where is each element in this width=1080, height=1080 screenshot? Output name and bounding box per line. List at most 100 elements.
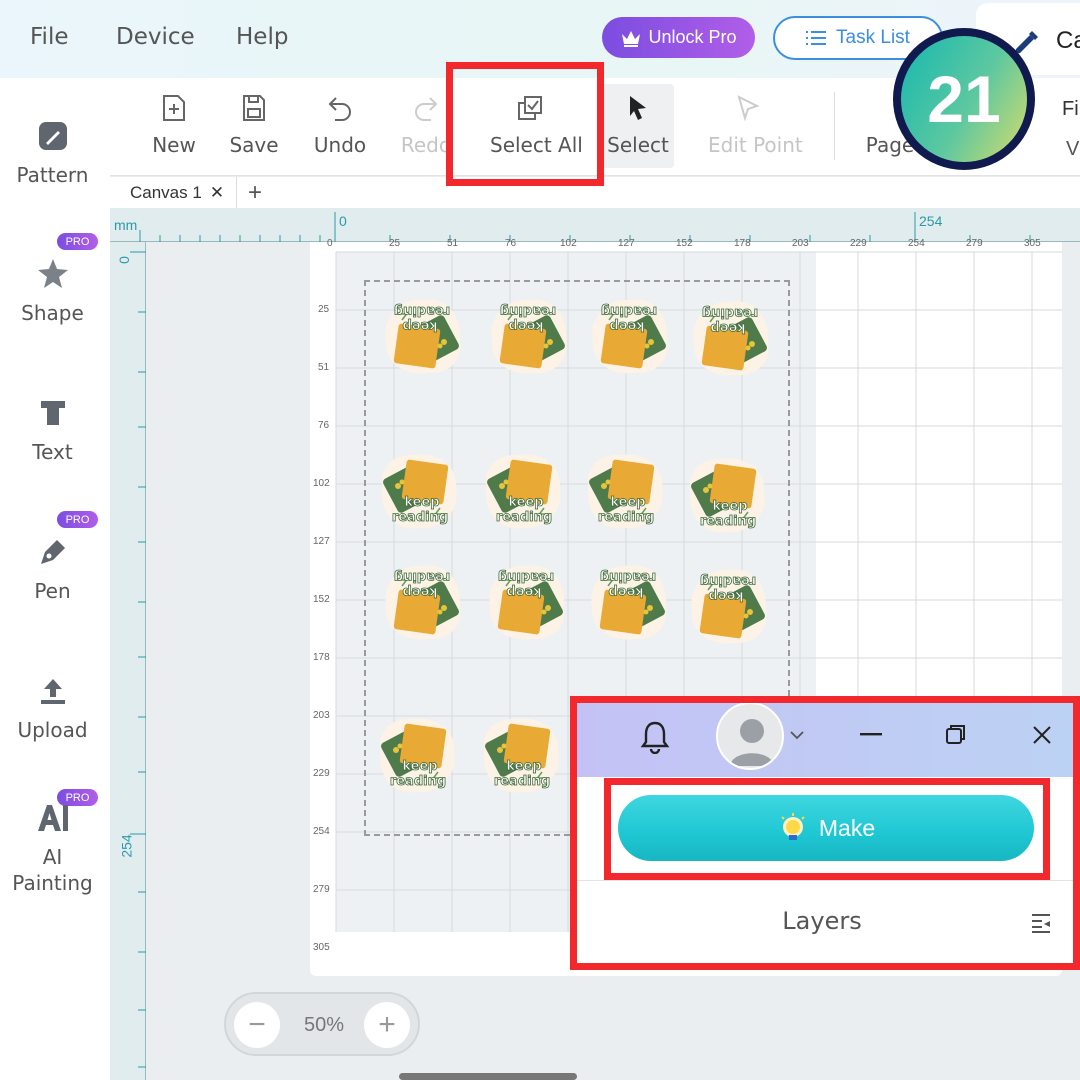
keep-reading-sticker-art: keepreading [385, 299, 461, 374]
save-label: Save [229, 133, 279, 157]
sticker[interactable]: keep reading [374, 446, 464, 536]
pen-icon [40, 540, 65, 564]
undo-button[interactable]: Undo [300, 92, 380, 157]
sticker[interactable]: keep reading [378, 558, 468, 648]
sticker-text-keep: keep [402, 759, 437, 774]
keep-reading-sticker-art: keepreading [485, 454, 561, 529]
keep-reading-sticker-art: keepreading [693, 301, 769, 376]
horizontal-scrollbar[interactable] [399, 1073, 577, 1080]
highlight-make-button [604, 778, 1050, 880]
fi-label[interactable]: Fi [1062, 98, 1079, 121]
menu-device[interactable]: Device [116, 24, 195, 50]
zoom-out-button[interactable]: − [234, 1002, 280, 1048]
new-label: New [152, 133, 196, 157]
close-icon[interactable]: ✕ [210, 183, 224, 203]
list-icon [806, 31, 827, 45]
toolbar-divider [834, 92, 835, 160]
zoom-control: − 50% + [224, 992, 420, 1056]
sticker-text-keep: keep [708, 588, 743, 603]
save-icon [243, 95, 265, 121]
sticker-text-keep: keep [506, 584, 541, 599]
keep-reading-sticker-art: keepreading [483, 718, 559, 793]
sticker-text-keep: keep [402, 584, 437, 599]
crown-icon [622, 30, 641, 47]
unlock-pro-button[interactable]: Unlock Pro [602, 17, 755, 58]
sidebar-item-pattern[interactable]: Pattern [0, 116, 105, 188]
sticker-text-keep: keep [508, 495, 543, 510]
sticker[interactable]: keep reading [476, 710, 566, 800]
sticker-text-keep: keep [609, 318, 644, 333]
sticker[interactable]: keep reading [585, 292, 675, 382]
sticker-text-reading: reading [598, 510, 654, 525]
sticker-text-keep: keep [608, 584, 643, 599]
keep-reading-sticker-art: keepreading [489, 565, 565, 640]
sticker[interactable]: keep reading [484, 292, 574, 382]
edit-point-button[interactable]: Edit Point [708, 92, 803, 157]
ruler-ticks [139, 212, 1031, 242]
tab-label: Canvas 1 [130, 182, 202, 202]
menu-help[interactable]: Help [236, 24, 288, 50]
sidebar-item-label: Shape [21, 301, 84, 325]
v-label[interactable]: V [1066, 138, 1079, 161]
sticker-text-reading: reading [702, 305, 758, 320]
save-button[interactable]: Save [214, 92, 294, 157]
pro-badge: PRO [57, 511, 98, 528]
tab-canvas-1[interactable]: Canvas 1 ✕ [118, 177, 238, 208]
pattern-icon [38, 122, 67, 150]
keep-reading-sticker-art: keepreading [385, 565, 461, 640]
sticker[interactable]: keep reading [682, 450, 772, 540]
sticker[interactable]: keep reading [482, 558, 572, 648]
sticker-text-reading: reading [700, 573, 756, 588]
sidebar-item-pen[interactable]: Pen [0, 532, 105, 604]
sticker[interactable]: keep reading [686, 294, 776, 384]
edit-point-icon [737, 95, 760, 122]
sticker-text-reading: reading [700, 514, 756, 529]
top-ruler: mm 0 254 [110, 208, 1080, 242]
sticker-text-reading: reading [496, 510, 552, 525]
sticker-text-reading: reading [494, 774, 550, 789]
sidebar-item-upload[interactable]: Upload [0, 671, 105, 743]
redo-icon [415, 97, 438, 121]
keep-reading-sticker-art: keepreading [691, 569, 767, 644]
left-ruler: 0 254 [110, 242, 146, 1080]
sticker-text-reading: reading [500, 303, 556, 318]
keep-reading-sticker-art: keepreading [592, 299, 668, 374]
sticker[interactable]: keep reading [372, 710, 462, 800]
sticker-text-reading: reading [390, 774, 446, 789]
select-button[interactable]: Select [598, 92, 678, 157]
sticker[interactable]: keep reading [684, 562, 774, 652]
menu-file[interactable]: File [30, 24, 69, 50]
ruler-ticks [130, 251, 146, 1068]
sticker-text-keep: keep [712, 499, 747, 514]
sticker-text-reading: reading [394, 569, 450, 584]
select-label: Select [607, 133, 669, 157]
sidebar-item-shape[interactable]: Shape [0, 254, 105, 326]
add-tab-button[interactable]: + [248, 179, 262, 207]
upload-icon [40, 679, 65, 704]
sidebar-item-label: Pattern [16, 163, 89, 187]
sidebar-item-label: Text [32, 440, 73, 464]
ai-painting-icon [37, 805, 68, 831]
sticker[interactable]: keep reading [378, 292, 468, 382]
pro-badge: PRO [57, 233, 98, 250]
sidebar-item-label: Pen [34, 579, 71, 603]
sidebar-item-text[interactable]: Text [0, 393, 105, 465]
sidebar-item-label: Upload [17, 718, 88, 742]
zoom-in-button[interactable]: + [364, 1002, 410, 1048]
sticker-text-keep: keep [610, 495, 645, 510]
left-sidebar: Pattern PRO Shape Text PRO Pen Upload PR… [0, 78, 110, 1080]
sidebar-item-ai-painting[interactable]: AI Painting [0, 798, 105, 896]
sticker-text-reading: reading [394, 303, 450, 318]
sticker-text-keep: keep [402, 318, 437, 333]
star-shape-icon [37, 259, 68, 288]
unlock-pro-label: Unlock Pro [648, 27, 737, 47]
keep-reading-sticker-art: keepreading [379, 718, 455, 793]
sticker[interactable]: keep reading [584, 558, 674, 648]
sticker-text-keep: keep [404, 495, 439, 510]
sticker[interactable]: keep reading [478, 446, 568, 536]
new-button[interactable]: New [134, 92, 214, 157]
text-icon [40, 401, 65, 425]
zoom-level: 50% [303, 1014, 345, 1036]
sticker-text-keep: keep [508, 318, 543, 333]
sticker[interactable]: keep reading [580, 446, 670, 536]
